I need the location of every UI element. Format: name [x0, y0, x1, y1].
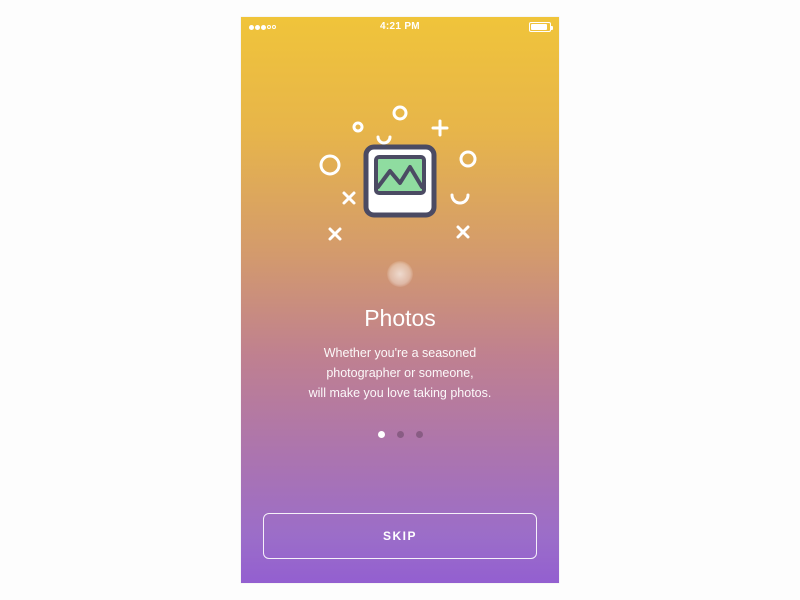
- pagination-dots[interactable]: [241, 431, 559, 438]
- status-bar: 4:21 PM: [241, 17, 559, 37]
- onboarding-title: Photos: [241, 305, 559, 332]
- status-time: 4:21 PM: [380, 21, 420, 32]
- body-line: will make you love taking photos.: [309, 386, 492, 400]
- onboarding-screen: 4:21 PM: [241, 17, 559, 583]
- signal-strength-icon: [249, 25, 276, 30]
- battery-icon: [529, 22, 551, 32]
- skip-button[interactable]: SKIP: [263, 513, 537, 559]
- page-dot-1[interactable]: [378, 431, 385, 438]
- photo-icon: [366, 147, 434, 215]
- page-dot-3[interactable]: [416, 431, 423, 438]
- body-line: photographer or someone,: [326, 366, 473, 380]
- touch-indicator: [387, 261, 413, 287]
- hero-illustration: [300, 107, 500, 247]
- body-line: Whether you're a seasoned: [324, 346, 476, 360]
- skip-button-label: SKIP: [383, 529, 417, 543]
- onboarding-body: Whether you're a seasoned photographer o…: [271, 343, 529, 403]
- page-dot-2[interactable]: [397, 431, 404, 438]
